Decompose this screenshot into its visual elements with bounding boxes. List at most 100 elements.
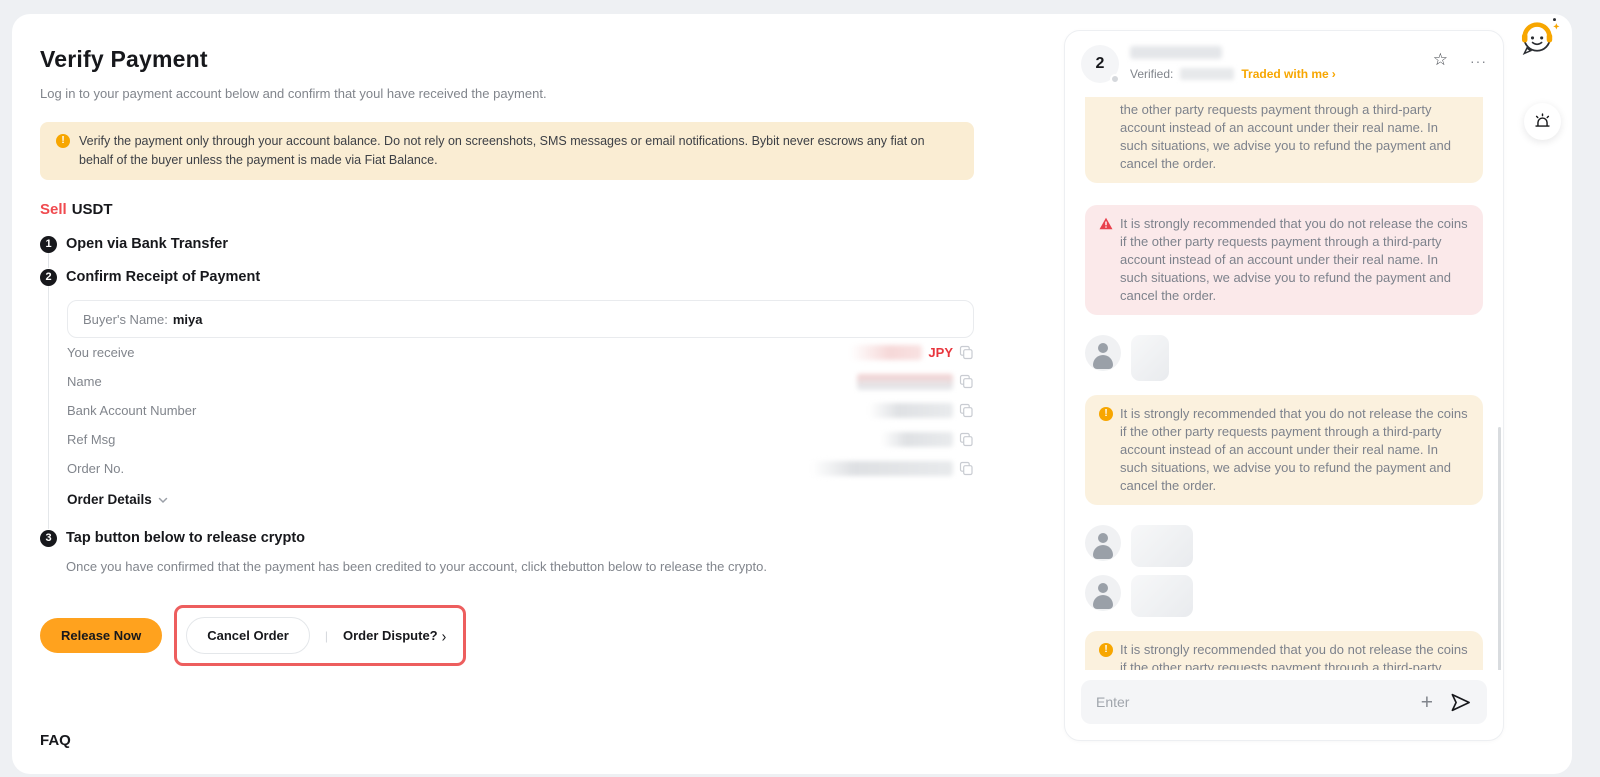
action-buttons-row: Release Now Cancel Order | Order Dispute… xyxy=(40,605,974,666)
warning-text: It is strongly recommended that you do n… xyxy=(1120,641,1469,670)
step-3-number: 3 xyxy=(40,530,57,547)
step-3: 3 Tap button below to release crypto xyxy=(40,529,974,547)
highlight-annotation-box: Cancel Order | Order Dispute? › xyxy=(174,605,466,666)
traded-with-me-label: Traded with me xyxy=(1241,67,1328,81)
buyer-name-label: Buyer's Name: xyxy=(83,312,168,327)
support-chatbot-button[interactable] xyxy=(1516,15,1560,59)
banner-text: Verify the payment only through your acc… xyxy=(79,132,958,170)
name-value-redacted xyxy=(857,374,953,390)
verified-label: Verified: xyxy=(1130,67,1173,81)
order-no-value-redacted xyxy=(811,461,953,476)
chat-messages: the other party requests payment through… xyxy=(1065,95,1503,670)
bank-account-value-redacted xyxy=(869,403,953,418)
trade-side: Sell xyxy=(40,201,67,218)
buyer-name-field: Buyer's Name: miya xyxy=(67,300,974,338)
chat-scrollbar[interactable] xyxy=(1498,427,1501,670)
alert-circle-icon: ! xyxy=(1099,643,1113,657)
payment-details-section: Buyer's Name: miya You receive JPY Name xyxy=(48,286,974,529)
chat-header: 2 Verified: Traded with me › ☆ ··· xyxy=(1065,31,1503,95)
currency-suffix: JPY xyxy=(928,345,953,360)
system-warning-bubble-red: It is strongly recommended that you do n… xyxy=(1085,205,1483,315)
alert-triangle-icon xyxy=(1099,217,1113,230)
order-details-label: Order Details xyxy=(67,492,152,507)
detail-row-ref-msg: Ref Msg xyxy=(67,425,974,454)
copy-icon[interactable] xyxy=(959,345,974,360)
counterparty-name-redacted xyxy=(1130,46,1222,59)
image-attachment[interactable] xyxy=(1131,335,1169,381)
page-subtitle: Log in to your payment account below and… xyxy=(40,86,974,101)
chevron-down-icon xyxy=(157,494,169,506)
alerts-bell-button[interactable] xyxy=(1524,103,1561,140)
cancel-order-button[interactable]: Cancel Order xyxy=(186,617,310,654)
system-warning-bubble: ! It is strongly recommended that you do… xyxy=(1085,631,1483,670)
image-attachment[interactable] xyxy=(1131,575,1193,617)
ref-msg-value-redacted xyxy=(881,432,953,447)
verify-warning-banner: ! Verify the payment only through your a… xyxy=(40,122,974,180)
step-connector xyxy=(48,253,49,268)
copy-icon[interactable] xyxy=(959,374,974,389)
counterparty-avatar[interactable]: 2 xyxy=(1081,45,1119,83)
step-1-title: Open via Bank Transfer xyxy=(66,236,228,252)
trade-asset: USDT xyxy=(72,201,113,218)
step-3-description: Once you have confirmed that the payment… xyxy=(66,559,974,574)
user-avatar-icon xyxy=(1085,525,1121,561)
attach-plus-icon[interactable]: + xyxy=(1421,692,1433,713)
you-receive-label: You receive xyxy=(67,345,134,360)
chat-message-attachment xyxy=(1085,525,1483,567)
warning-text: the other party requests payment through… xyxy=(1120,101,1469,173)
detail-row-bank-account: Bank Account Number xyxy=(67,396,974,425)
faq-heading: FAQ xyxy=(40,732,974,749)
step-1-number: 1 xyxy=(40,236,57,253)
chat-panel: 2 Verified: Traded with me › ☆ ··· the o… xyxy=(1064,30,1504,741)
copy-icon[interactable] xyxy=(959,432,974,447)
chat-message-attachment xyxy=(1085,335,1483,381)
order-dispute-link[interactable]: Order Dispute? › xyxy=(343,628,446,644)
status-dot xyxy=(1110,74,1120,84)
step-2-number: 2 xyxy=(40,269,57,286)
alert-circle-icon: ! xyxy=(1099,407,1113,421)
order-dispute-label: Order Dispute? xyxy=(343,628,438,643)
buyer-name-value: miya xyxy=(173,312,203,327)
system-warning-bubble: the other party requests payment through… xyxy=(1085,97,1483,183)
verify-payment-content: Verify Payment Log in to your payment ac… xyxy=(40,46,974,777)
chatbot-mascot-icon xyxy=(1516,15,1560,59)
ref-msg-label: Ref Msg xyxy=(67,432,115,447)
system-warning-bubble: ! It is strongly recommended that you do… xyxy=(1085,395,1483,505)
divider: | xyxy=(325,629,328,643)
user-avatar-icon xyxy=(1085,335,1121,371)
bank-account-label: Bank Account Number xyxy=(67,403,196,418)
release-now-button[interactable]: Release Now xyxy=(40,618,162,653)
order-details-toggle[interactable]: Order Details xyxy=(67,492,169,507)
verified-value-redacted xyxy=(1180,68,1234,80)
chat-input-bar: + xyxy=(1081,680,1487,724)
copy-icon[interactable] xyxy=(959,461,974,476)
page-title: Verify Payment xyxy=(40,46,974,73)
detail-row-name: Name xyxy=(67,367,974,396)
step-1: 1 Open via Bank Transfer xyxy=(40,235,974,253)
traded-with-me-link[interactable]: Traded with me › xyxy=(1241,67,1335,81)
order-no-label: Order No. xyxy=(67,461,124,476)
more-options-icon[interactable]: ··· xyxy=(1470,54,1487,68)
counterparty-info: Verified: Traded with me › xyxy=(1130,45,1336,95)
chat-message-input[interactable] xyxy=(1096,694,1405,710)
chevron-right-icon: › xyxy=(1332,67,1336,81)
detail-row-order-no: Order No. xyxy=(67,454,974,483)
favorite-star-icon[interactable]: ☆ xyxy=(1433,51,1448,68)
send-icon[interactable] xyxy=(1449,691,1472,714)
step-3-title: Tap button below to release crypto xyxy=(66,530,305,546)
warning-text: It is strongly recommended that you do n… xyxy=(1120,405,1469,495)
detail-row-you-receive: You receive JPY xyxy=(67,338,974,367)
you-receive-value-redacted xyxy=(850,345,922,360)
step-2-title: Confirm Receipt of Payment xyxy=(66,269,260,285)
image-attachment[interactable] xyxy=(1131,525,1193,567)
alert-circle-icon: ! xyxy=(56,134,70,148)
user-avatar-icon xyxy=(1085,575,1121,611)
siren-icon xyxy=(1533,112,1552,131)
chat-message-attachment xyxy=(1085,575,1483,617)
warning-text: It is strongly recommended that you do n… xyxy=(1120,215,1469,305)
steps-list: 1 Open via Bank Transfer 2 Confirm Recei… xyxy=(40,235,974,574)
step-2: 2 Confirm Receipt of Payment xyxy=(40,268,974,286)
copy-icon[interactable] xyxy=(959,403,974,418)
name-label: Name xyxy=(67,374,102,389)
chevron-right-icon: › xyxy=(442,627,447,645)
